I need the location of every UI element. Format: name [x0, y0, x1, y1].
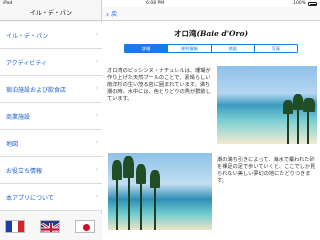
segment-details[interactable]: 詳細: [125, 45, 169, 52]
language-flags: [0, 214, 102, 240]
japan-flag-icon[interactable]: [75, 220, 95, 233]
pine-crown: [283, 100, 293, 114]
bay-photo-1: [217, 66, 317, 144]
sidebar-item-shops[interactable]: 商業施設 ›: [0, 103, 102, 130]
back-label: 戻: [111, 11, 118, 18]
uk-flag-graphic: [41, 221, 59, 232]
pine-crown: [293, 94, 303, 110]
battery-icon: [308, 2, 317, 6]
description-paragraph-2: 潮の満ち引きによって、海水で覆われた砂を裸足の足で歩いていくと、ここでしか見られ…: [217, 157, 316, 184]
france-flag-icon[interactable]: [5, 220, 25, 233]
sidebar-item-activities[interactable]: アクティビティ ›: [0, 49, 102, 76]
battery-percent: 100%: [293, 1, 306, 6]
title-japanese: オロ湾: [173, 29, 197, 38]
sidebar-item-label: お役立ち情報: [6, 168, 43, 175]
pine-crown: [150, 170, 160, 188]
navigation-bar: ‹ 戻: [102, 7, 320, 21]
segment-useful-info[interactable]: 便利情報: [168, 45, 212, 52]
sidebar-item-about-app[interactable]: 本アプリについて ›: [0, 184, 102, 211]
description-paragraph-1: オロ湾のピッシンヌ・ナチュレルは、珊瑚が作り上げた天然プールのことで、素晴らしい…: [107, 68, 211, 102]
status-bar: iPad 6:08 PM 100%: [0, 0, 320, 8]
sidebar-item-label: イル・デ・パン: [6, 33, 49, 40]
sidebar-item-label: 宿泊施設および飲食店: [6, 87, 67, 94]
chevron-right-icon: ›: [95, 166, 98, 173]
uk-flag-icon[interactable]: [40, 220, 60, 233]
segment-photos[interactable]: 写真: [255, 45, 297, 52]
pine-crown: [136, 164, 146, 184]
chevron-right-icon: ›: [95, 85, 98, 92]
pine-crown: [112, 160, 122, 180]
title-latin: (Baie d'Oro): [196, 29, 249, 38]
sidebar-item-label: 本アプリについて: [6, 195, 54, 202]
sidebar-item-lodging-dining[interactable]: 宿泊施設および飲食店 ›: [0, 76, 102, 103]
segmented-control: 詳細 便利情報 地図 写真: [124, 44, 298, 53]
pine-crown: [123, 156, 134, 178]
sidebar-item-label: 地図: [6, 141, 19, 148]
chevron-right-icon: ›: [95, 139, 98, 146]
sidebar-item-map[interactable]: 地図 ›: [0, 130, 102, 157]
sidebar-item-ile-des-pins[interactable]: イル・デ・パン ›: [0, 22, 102, 49]
chevron-right-icon: ›: [95, 31, 98, 38]
page-title: オロ湾(Baie d'Oro): [102, 28, 320, 39]
sidebar: イル・デ・パン イル・デ・パン › アクティビティ › 宿泊施設および飲食店 ›…: [0, 0, 102, 240]
sidebar-item-label: アクティビティ: [6, 60, 47, 67]
chevron-right-icon: ›: [95, 58, 98, 65]
sidebar-title: イル・デ・パン: [0, 7, 102, 21]
clock: 6:08 PM: [146, 1, 165, 6]
pine-crown: [303, 98, 315, 112]
sidebar-item-useful-info[interactable]: お役立ち情報 ›: [0, 157, 102, 184]
chevron-left-icon: ‹: [106, 9, 110, 19]
chevron-right-icon: ›: [95, 193, 98, 200]
carrier-label: iPad: [3, 1, 13, 6]
detail-pane: ‹ 戻 オロ湾(Baie d'Oro) 詳細 便利情報 地図 写真 オロ湾のピッ…: [102, 0, 320, 240]
segment-map[interactable]: 地図: [212, 45, 255, 52]
back-button[interactable]: ‹ 戻: [106, 9, 118, 19]
sidebar-item-label: 商業施設: [6, 114, 31, 121]
sidebar-menu: イル・デ・パン › アクティビティ › 宿泊施設および飲食店 › 商業施設 › …: [0, 22, 102, 211]
bay-photo-2: [108, 153, 212, 230]
chevron-right-icon: ›: [95, 112, 98, 119]
